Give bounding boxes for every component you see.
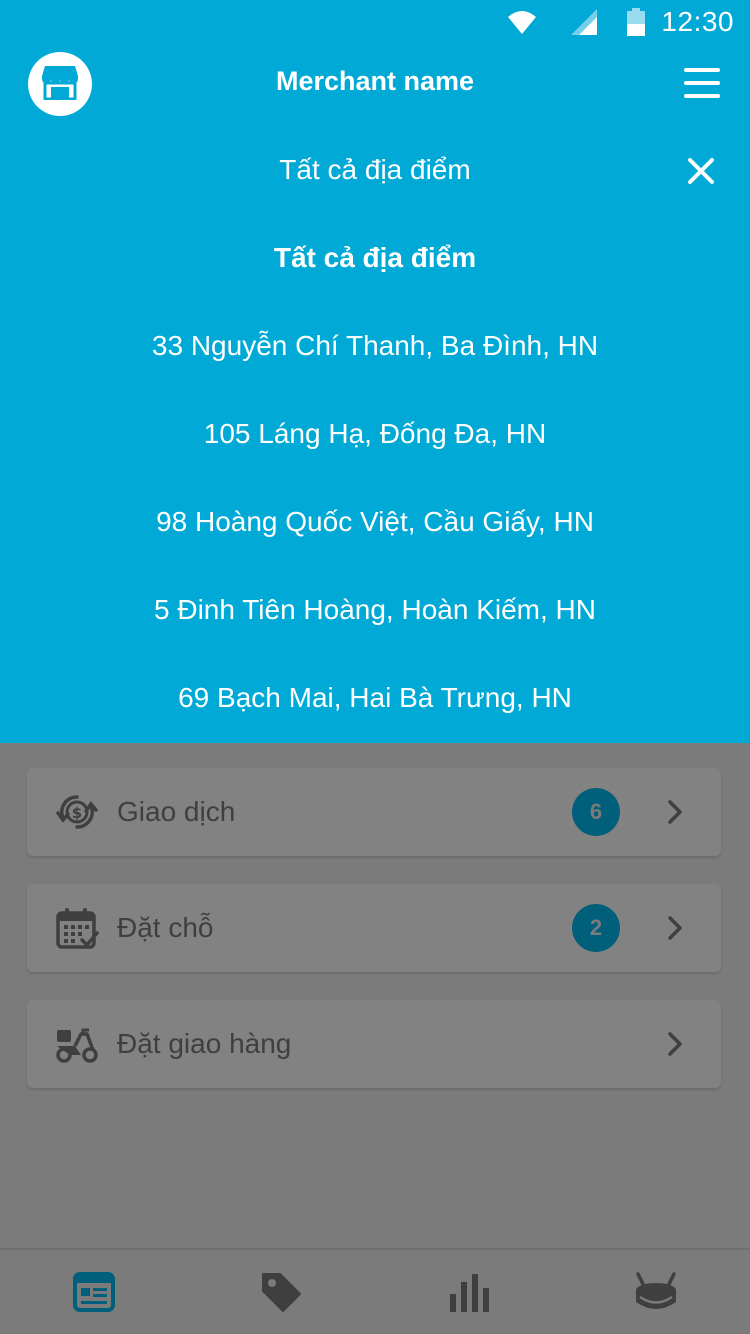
- location-option[interactable]: 98 Hoàng Quốc Việt, Cầu Giấy, HN: [0, 478, 750, 566]
- app-header: Merchant name: [0, 52, 750, 116]
- selected-location-label: Tất cả địa điểm: [279, 154, 471, 185]
- card-label: Giao dịch: [117, 796, 236, 827]
- location-option[interactable]: 5 Đinh Tiên Hoàng, Hoàn Kiếm, HN: [0, 566, 750, 654]
- battery-icon: [627, 8, 646, 36]
- location-option[interactable]: 105 Láng Hạ, Đống Đa, HN: [0, 390, 750, 478]
- location-options-list: Tất cả địa điểm 33 Nguyễn Chí Thanh, Ba …: [0, 214, 750, 742]
- location-option[interactable]: 69 Bạch Mai, Hai Bà Trưng, HN: [0, 654, 750, 742]
- menu-icon-bar: [684, 81, 720, 85]
- reservations-card[interactable]: Đặt chỗ 2: [27, 884, 721, 972]
- menu-icon-bar: [684, 94, 720, 98]
- merchant-name-title: Merchant name: [275, 66, 475, 96]
- menu-icon: [684, 68, 720, 72]
- money-exchange-icon: $: [55, 790, 99, 834]
- drum-icon: [634, 1272, 678, 1312]
- chevron-right-icon: [665, 798, 685, 826]
- tab-promotions[interactable]: [188, 1250, 376, 1334]
- signal-icon: [571, 9, 598, 35]
- chevron-right-icon: [665, 1030, 685, 1058]
- chevron-right-icon: [665, 914, 685, 942]
- tab-news[interactable]: [0, 1250, 188, 1334]
- delivery-scooter-icon: [55, 1022, 99, 1066]
- count-badge: 2: [572, 904, 620, 952]
- newspaper-icon: [72, 1272, 115, 1312]
- calendar-check-icon: [55, 906, 99, 950]
- main-content-overlay: $ Giao dịch 6 Đặt chỗ 2 Đặt giao hàng: [0, 743, 750, 1248]
- card-label: Đặt giao hàng: [117, 1028, 292, 1059]
- delivery-card[interactable]: Đặt giao hàng: [27, 1000, 721, 1088]
- tab-statistics[interactable]: [375, 1250, 563, 1334]
- wifi-icon: [507, 7, 537, 37]
- location-option[interactable]: 33 Nguyễn Chí Thanh, Ba Đình, HN: [0, 302, 750, 390]
- transactions-card[interactable]: $ Giao dịch 6: [27, 768, 721, 856]
- location-selector[interactable]: Tất cả địa điểm: [0, 138, 750, 202]
- tag-icon: [260, 1271, 302, 1313]
- status-bar: 12:30: [0, 0, 750, 44]
- status-time: 12:30: [661, 6, 734, 37]
- card-label: Đặt chỗ: [117, 912, 214, 943]
- svg-text:$: $: [72, 804, 82, 822]
- bar-chart-icon: [448, 1272, 490, 1312]
- close-icon[interactable]: [686, 156, 716, 186]
- location-option-all[interactable]: Tất cả địa điểm: [0, 214, 750, 302]
- bottom-navigation: [0, 1248, 750, 1334]
- count-badge: 6: [572, 788, 620, 836]
- tab-events[interactable]: [563, 1250, 750, 1334]
- location-dropdown-panel: 12:30 Merchant name Tất cả địa điểm Tất …: [0, 0, 750, 743]
- menu-button[interactable]: [684, 68, 720, 98]
